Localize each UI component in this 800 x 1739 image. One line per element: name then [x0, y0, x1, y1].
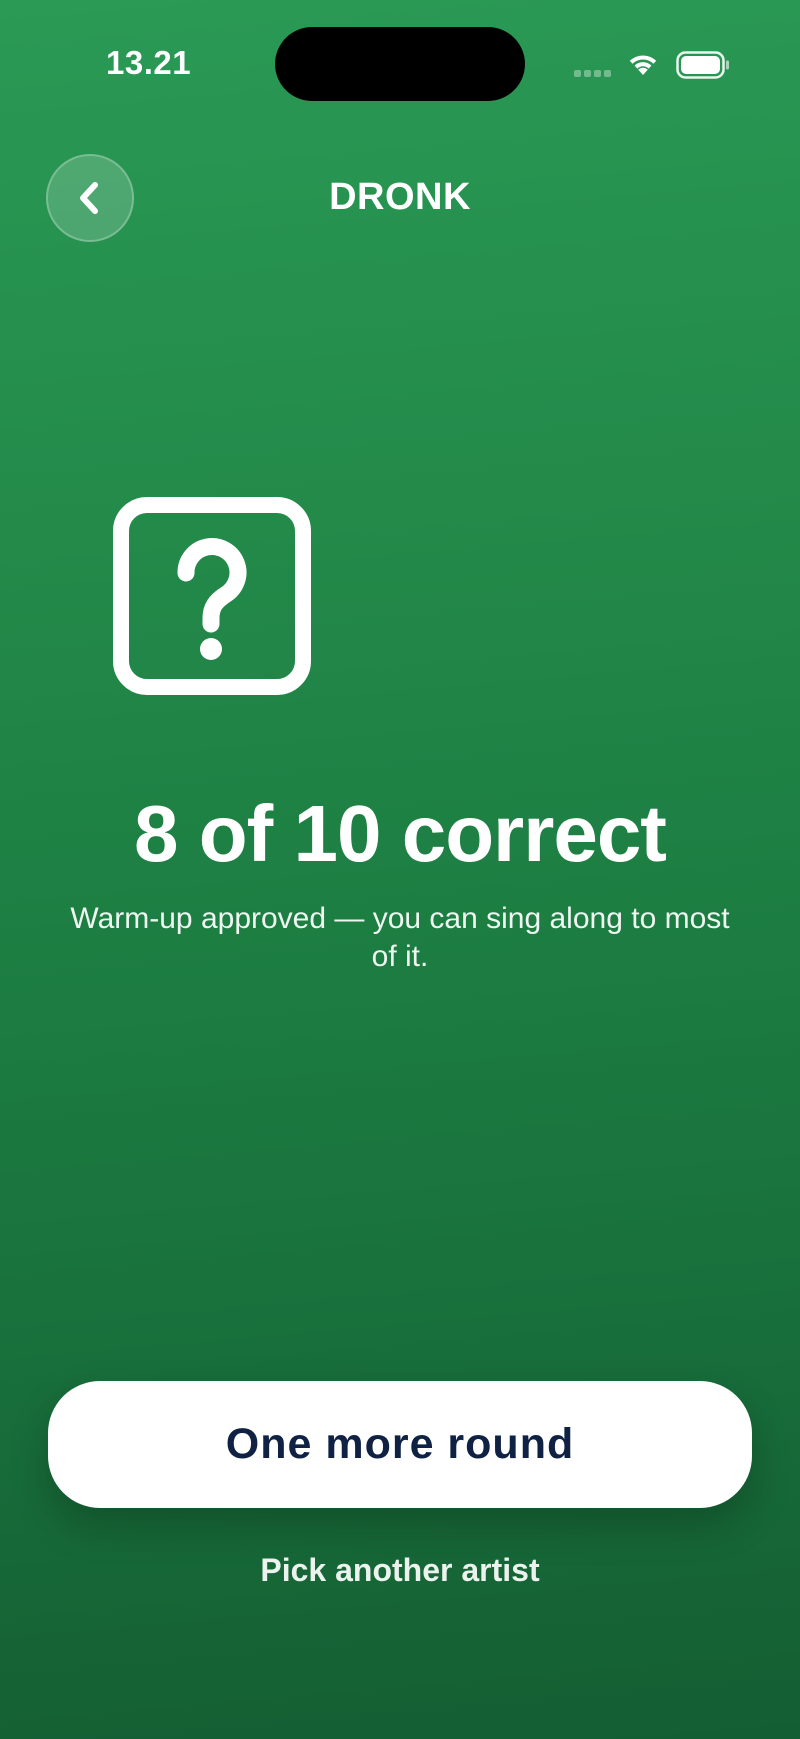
- status-time: 13.21: [106, 44, 192, 81]
- wifi-icon: [629, 55, 657, 75]
- one-more-round-label: One more round: [225, 1420, 575, 1468]
- status-bar: 13.21: [0, 0, 800, 130]
- score-message: Warm-up approved — you can sing along to…: [70, 902, 730, 973]
- cellular-signal-icon: [574, 70, 612, 78]
- score-heading: 8 of 10 correct: [134, 789, 667, 878]
- battery-icon: [676, 51, 729, 79]
- pick-another-artist-link[interactable]: Pick another artist: [0, 1552, 800, 1589]
- one-more-round-button[interactable]: One more round: [48, 1381, 752, 1508]
- question-mark-square-icon: [113, 497, 311, 695]
- dynamic-island: [275, 27, 525, 101]
- page-title: DRONK: [329, 176, 471, 218]
- navigation-bar: DRONK: [0, 150, 800, 250]
